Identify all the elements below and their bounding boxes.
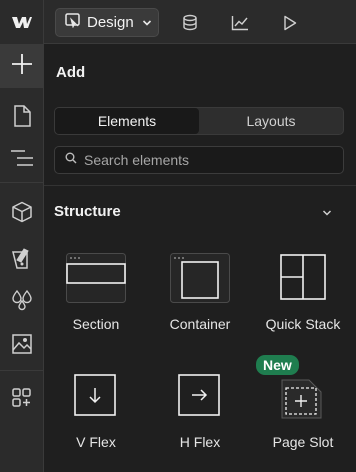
chart-icon[interactable] — [225, 8, 255, 37]
navigator-icon — [10, 149, 34, 172]
element-section[interactable]: Section — [46, 252, 146, 352]
element-label: H Flex — [179, 434, 221, 450]
element-page-slot[interactable]: Page Slot — [253, 370, 353, 470]
page-icon — [13, 104, 31, 132]
navigator-button[interactable] — [0, 138, 43, 182]
paintbrush-icon — [65, 13, 81, 32]
assets-button[interactable] — [0, 324, 43, 368]
container-icon — [170, 252, 230, 304]
pages-button[interactable] — [0, 96, 43, 140]
components-button[interactable] — [0, 192, 43, 236]
webflow-logo-icon[interactable] — [0, 0, 44, 44]
panel-title: Add — [56, 64, 86, 81]
design-mode-button[interactable]: Design — [55, 8, 159, 37]
component-icon — [11, 201, 33, 228]
element-v-flex[interactable]: V Flex — [46, 370, 146, 470]
tab-layouts[interactable]: Layouts — [199, 108, 343, 134]
search-box — [54, 146, 344, 174]
element-quick-stack[interactable]: Quick Stack — [253, 252, 353, 352]
left-rail — [0, 44, 44, 472]
apps-icon — [11, 387, 33, 414]
search-input[interactable] — [84, 152, 324, 168]
page-slot-icon — [273, 370, 333, 422]
element-label: Container — [169, 316, 231, 332]
top-toolbar: Design — [0, 0, 356, 44]
apps-button[interactable] — [0, 378, 43, 422]
plus-icon — [11, 53, 33, 80]
element-label: Quick Stack — [265, 316, 341, 332]
add-panel: Add Elements Layouts Structure Section — [44, 44, 356, 472]
element-container[interactable]: Container — [150, 252, 250, 352]
divider — [44, 185, 356, 186]
new-badge: New — [256, 355, 299, 375]
quick-stack-icon — [273, 252, 333, 304]
v-flex-icon — [66, 370, 126, 422]
element-h-flex[interactable]: H Flex — [150, 370, 250, 470]
play-icon[interactable] — [275, 8, 305, 37]
h-flex-icon — [170, 370, 230, 422]
search-icon — [65, 151, 77, 169]
variables-icon — [10, 289, 34, 316]
element-label: Page Slot — [272, 434, 334, 450]
elements-layouts-toggle: Elements Layouts — [54, 107, 344, 135]
tab-elements[interactable]: Elements — [55, 108, 199, 134]
database-icon[interactable] — [175, 8, 205, 37]
assets-icon — [11, 333, 33, 360]
design-mode-label: Design — [87, 14, 134, 31]
add-panel-button[interactable] — [0, 44, 43, 88]
element-label: Section — [72, 316, 120, 332]
chevron-down-icon[interactable] — [322, 204, 332, 222]
variables-button[interactable] — [0, 280, 43, 324]
style-manager-button[interactable] — [0, 238, 43, 282]
section-icon — [66, 252, 126, 304]
section-title[interactable]: Structure — [54, 203, 121, 220]
chevron-down-icon — [142, 14, 152, 31]
style-icon — [10, 246, 34, 275]
element-label: V Flex — [76, 434, 116, 450]
